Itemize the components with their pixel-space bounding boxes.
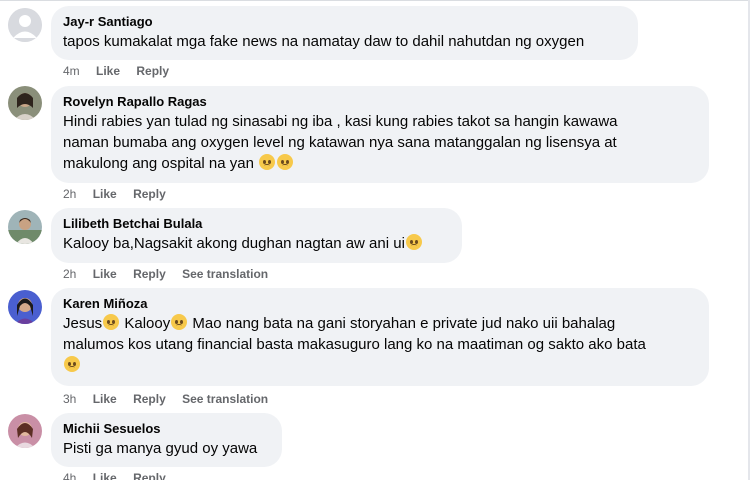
comment-bubble: Lilibeth Betchai Bulala Kalooy ba,Nagsak… xyxy=(51,208,462,263)
like-button[interactable]: Like xyxy=(93,267,117,281)
comment-text-line: Kalooy ba,Nagsakit akong dughan nagtan a… xyxy=(63,233,450,254)
comment-text-segment: Kalooy xyxy=(124,315,171,332)
top-divider xyxy=(0,0,750,1)
like-button[interactable]: Like xyxy=(93,471,117,480)
comment-author[interactable]: Jay-r Santiago xyxy=(63,13,626,30)
comment-bubble: Rovelyn Rapallo Ragas Hindi rabies yan t… xyxy=(51,86,709,183)
pleading-face-emoji-icon xyxy=(171,314,188,330)
reply-button[interactable]: Reply xyxy=(133,392,166,406)
comment-text-line: makulong ang ospital na yan xyxy=(63,153,697,174)
like-button[interactable]: Like xyxy=(96,64,120,78)
comment-text: tapos kumakalat mga fake news na namatay… xyxy=(63,33,585,50)
reply-button[interactable]: Reply xyxy=(133,471,166,480)
like-button[interactable]: Like xyxy=(93,392,117,406)
comment-text-segment: Kalooy ba,Nagsakit akong dughan nagtan a… xyxy=(63,235,405,252)
comment-time[interactable]: 2h xyxy=(63,267,76,281)
default-avatar-icon[interactable] xyxy=(8,8,42,42)
comment-author[interactable]: Michii Sesuelos xyxy=(63,420,270,437)
reply-button[interactable]: Reply xyxy=(136,64,169,78)
comment-text-line: Jesus Kalooy Mao nang bata na gani story… xyxy=(63,313,697,334)
profile-avatar[interactable] xyxy=(8,290,42,324)
comment-actions: 4h Like Reply xyxy=(63,471,179,480)
comment-text: Pisti ga manya gyud oy yawa xyxy=(63,440,258,457)
comment-bubble: Karen Miñoza Jesus Kalooy Mao nang bata … xyxy=(51,288,709,386)
reply-button[interactable]: Reply xyxy=(133,267,166,281)
comment-text-line: naman bumaba ang oxygen level ng katawan… xyxy=(63,134,617,151)
comment-text-line: Hindi rabies yan tulad ng sinasabi ng ib… xyxy=(63,113,618,130)
sad-face-emoji-icon xyxy=(259,154,276,170)
comment-time[interactable]: 3h xyxy=(63,392,76,406)
comment-actions: 3h Like Reply See translation xyxy=(63,392,281,406)
sad-face-emoji-icon xyxy=(277,154,294,170)
like-button[interactable]: Like xyxy=(93,187,117,201)
comment-bubble: Jay-r Santiago tapos kumakalat mga fake … xyxy=(51,6,638,60)
comment-actions: 4m Like Reply xyxy=(63,64,182,78)
pleading-face-emoji-icon xyxy=(103,314,120,330)
comment-text-segment: Jesus xyxy=(63,315,103,332)
profile-avatar[interactable] xyxy=(8,414,42,448)
reply-button[interactable]: Reply xyxy=(133,187,166,201)
pleading-face-emoji-icon xyxy=(405,234,422,250)
comment-time[interactable]: 4m xyxy=(63,64,80,78)
pleading-face-emoji-icon xyxy=(64,356,80,372)
comment-time[interactable]: 4h xyxy=(63,471,76,480)
comment-text-segment: Mao nang bata na gani storyahan e privat… xyxy=(192,315,616,332)
comment-text-segment: makulong ang ospital na yan xyxy=(63,155,254,172)
comment-time[interactable]: 2h xyxy=(63,187,76,201)
profile-avatar[interactable] xyxy=(8,86,42,120)
comment-author[interactable]: Rovelyn Rapallo Ragas xyxy=(63,93,697,110)
see-translation-link[interactable]: See translation xyxy=(182,392,268,406)
comment-text-line: malumos kos utang financial basta makasu… xyxy=(63,336,646,353)
comment-text-line xyxy=(63,355,697,376)
profile-avatar[interactable] xyxy=(8,210,42,244)
comment-author[interactable]: Lilibeth Betchai Bulala xyxy=(63,215,450,232)
comment-author[interactable]: Karen Miñoza xyxy=(63,295,697,312)
comment-actions: 2h Like Reply See translation xyxy=(63,267,281,281)
comment-bubble: Michii Sesuelos Pisti ga manya gyud oy y… xyxy=(51,413,282,467)
comment-actions: 2h Like Reply xyxy=(63,187,179,201)
see-translation-link[interactable]: See translation xyxy=(182,267,268,281)
